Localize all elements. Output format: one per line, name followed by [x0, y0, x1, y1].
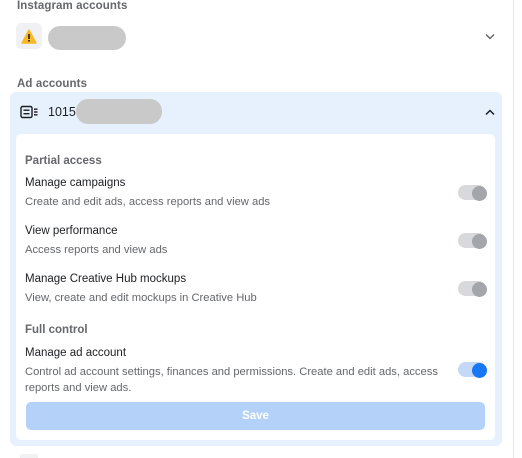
- save-button[interactable]: Save: [26, 402, 485, 430]
- manage-creative-hub-toggle[interactable]: [458, 281, 487, 297]
- next-account-icon: [20, 454, 38, 458]
- permission-description: Access reports and view ads: [25, 244, 168, 256]
- ad-accounts-heading: Ad accounts: [17, 78, 88, 90]
- redacted-account-id: [76, 99, 162, 124]
- toggle-knob: [471, 281, 487, 297]
- view-performance-toggle[interactable]: [458, 233, 487, 249]
- instagram-account-row[interactable]: [10, 20, 505, 56]
- manage-campaigns-toggle[interactable]: [458, 185, 487, 201]
- permission-title: Manage campaigns: [25, 177, 126, 189]
- permission-description: View, create and edit mockups in Creativ…: [25, 292, 257, 304]
- toggle-knob: [471, 185, 487, 201]
- toggle-knob: [471, 362, 487, 378]
- right-panel-edge: [513, 0, 522, 458]
- chevron-down-icon[interactable]: [484, 30, 496, 42]
- warning-triangle-icon: [16, 23, 42, 49]
- full-control-heading: Full control: [25, 324, 88, 336]
- permission-title: Manage Creative Hub mockups: [25, 273, 187, 285]
- partial-access-heading: Partial access: [25, 155, 102, 167]
- ad-account-icon: [20, 105, 40, 119]
- permission-title: View performance: [25, 225, 118, 237]
- ad-account-card: 1015 Partial access Manage campaigns Cre…: [10, 92, 502, 446]
- manage-ad-account-toggle[interactable]: [458, 362, 487, 378]
- ad-account-header[interactable]: 1015: [10, 92, 502, 132]
- permission-description: Create and edit ads, access reports and …: [25, 196, 271, 208]
- permission-description: Control ad account settings, finances an…: [25, 366, 438, 394]
- toggle-knob: [471, 233, 487, 249]
- ad-account-id: 1015: [48, 105, 76, 119]
- chevron-up-icon[interactable]: [484, 106, 496, 118]
- redacted-account-name: [48, 26, 126, 50]
- permission-title: Manage ad account: [25, 347, 127, 359]
- permissions-panel: Partial access Manage campaigns Create a…: [16, 134, 495, 440]
- instagram-accounts-heading: Instagram accounts: [17, 0, 128, 12]
